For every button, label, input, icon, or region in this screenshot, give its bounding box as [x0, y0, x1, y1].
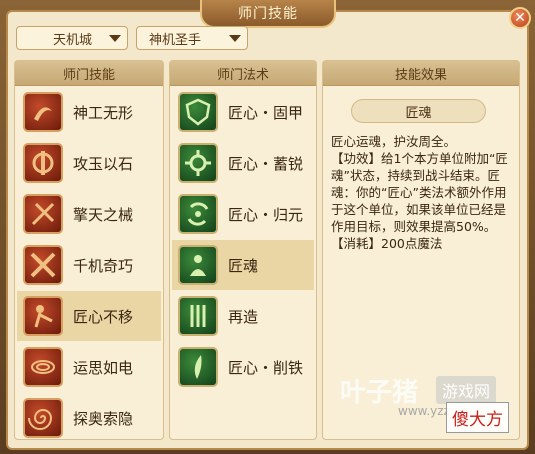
effect-description: 匠心运魂，护汝周全。 【功效】给1个本方单位附加“匠魂”状态，持续到战斗结束。匠…	[331, 133, 511, 252]
spell-label: 匠魂	[228, 256, 259, 275]
skill-label: 千机奇巧	[73, 256, 134, 275]
shield-icon	[178, 92, 218, 132]
effect-skill-name: 匠魂	[351, 99, 486, 123]
blade-icon	[178, 347, 218, 387]
branch-dropdown-value: 神机圣手	[149, 32, 202, 48]
effect-line: 【消耗】200点魔法	[331, 236, 443, 251]
crossed-tools-icon	[23, 194, 63, 234]
crossed-swords-icon	[23, 245, 63, 285]
skill-item-selected[interactable]: 匠心不移	[17, 291, 161, 341]
spell-item[interactable]: 匠心・固甲	[172, 87, 314, 137]
watermark-site-label: 游戏网	[436, 376, 497, 404]
branch-dropdown[interactable]: 神机圣手	[136, 26, 248, 50]
skill-item[interactable]: 千机奇巧	[17, 240, 161, 290]
spell-label: 匠心・归元	[228, 205, 304, 224]
spell-label: 匠心・固甲	[228, 103, 304, 122]
spiral-icon	[23, 398, 63, 438]
skill-item[interactable]: 擎天之械	[17, 189, 161, 239]
spell-label: 再造	[228, 307, 259, 326]
spell-item[interactable]: 再造	[172, 291, 314, 341]
window-title: 师门技能	[200, 0, 336, 28]
skill-label: 擎天之械	[73, 205, 134, 224]
skill-item[interactable]: 攻玉以石	[17, 138, 161, 188]
skill-label: 神工无形	[73, 103, 134, 122]
sect-dropdown-value: 天机城	[53, 32, 93, 48]
skill-item[interactable]: 神工无形	[17, 87, 161, 137]
skill-item[interactable]: 探奥索隐	[17, 393, 161, 443]
effect-panel-header: 技能效果	[323, 61, 519, 86]
skills-panel: 师门技能 神工无形 攻玉以石 擎天之械 千机奇巧 匠心不移 运思如电 探奥索隐	[14, 60, 164, 440]
watermark-badge: 傻大方	[446, 402, 509, 433]
figure-tool-icon	[23, 296, 63, 336]
skills-panel-header: 师门技能	[15, 61, 163, 86]
spell-item[interactable]: 匠心・蓄锐	[172, 138, 314, 188]
soul-figure-icon	[178, 245, 218, 285]
skill-label: 探奥索隐	[73, 409, 134, 428]
spells-panel-header: 师门法术	[170, 61, 316, 86]
chevron-down-icon	[229, 35, 241, 42]
effect-line: 匠心运魂，护汝周全。	[331, 134, 457, 149]
skill-label: 匠心不移	[73, 307, 134, 326]
spell-label: 匠心・削铁	[228, 358, 304, 377]
jade-cog-icon	[23, 143, 63, 183]
spell-item[interactable]: 匠心・归元	[172, 189, 314, 239]
gears-icon	[178, 143, 218, 183]
cycle-icon	[178, 194, 218, 234]
vortex-icon	[23, 347, 63, 387]
close-button[interactable]: ✕	[509, 7, 531, 29]
swirl-hammer-icon	[23, 92, 63, 132]
spell-item-selected[interactable]: 匠魂	[172, 240, 314, 290]
chevron-down-icon	[109, 35, 121, 42]
spell-item[interactable]: 匠心・削铁	[172, 342, 314, 392]
spells-panel: 师门法术 匠心・固甲 匠心・蓄锐 匠心・归元 匠魂 再造 匠心・削铁	[169, 60, 317, 440]
spell-label: 匠心・蓄锐	[228, 154, 304, 173]
skill-label: 攻玉以石	[73, 154, 134, 173]
rebuild-icon	[178, 296, 218, 336]
sect-dropdown[interactable]: 天机城	[16, 26, 128, 50]
skill-item[interactable]: 运思如电	[17, 342, 161, 392]
effect-line: 【功效】给1个本方单位附加“匠魂”状态，持续到战斗结束。匠魂：你的“匠心”类法术…	[331, 151, 508, 234]
skill-label: 运思如电	[73, 358, 134, 377]
